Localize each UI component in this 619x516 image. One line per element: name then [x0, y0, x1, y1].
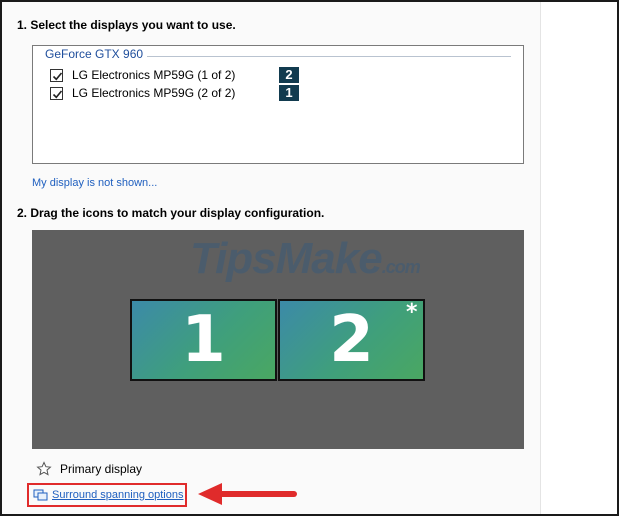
gpu-display-group: GeForce GTX 960 LG Electronics MP59G (1 …	[32, 45, 524, 164]
display-1-badge: 2	[279, 67, 299, 83]
step1-title: 1. Select the displays you want to use.	[17, 18, 236, 32]
primary-display-legend: Primary display	[36, 461, 142, 477]
right-blank-panel	[540, 2, 617, 514]
display-row-1[interactable]: LG Electronics MP59G (1 of 2)	[50, 67, 235, 83]
tipsmake-watermark: TipsMake.com	[190, 234, 421, 283]
surround-spanning-icon	[33, 489, 48, 501]
display-2-badge: 1	[279, 85, 299, 101]
checkmark-icon	[52, 71, 63, 80]
gpu-name: GeForce GTX 960	[45, 47, 148, 61]
display-not-shown-link[interactable]: My display is not shown...	[32, 177, 157, 189]
display-1-checkbox[interactable]	[50, 68, 63, 82]
monitor-1-icon[interactable]: 1	[130, 299, 277, 381]
red-arrow-annotation	[198, 483, 297, 505]
surround-spanning-row[interactable]: Surround spanning options	[33, 488, 183, 502]
display-2-label: LG Electronics MP59G (2 of 2)	[72, 86, 236, 100]
primary-display-star-icon	[36, 461, 52, 476]
primary-display-marker: *	[406, 300, 418, 325]
surround-spanning-link[interactable]: Surround spanning options	[52, 489, 183, 501]
display-1-label: LG Electronics MP59G (1 of 2)	[72, 68, 236, 82]
display-row-2[interactable]: LG Electronics MP59G (2 of 2)	[50, 85, 235, 101]
checkmark-icon	[52, 89, 63, 98]
step2-title: 2. Drag the icons to match your display …	[17, 206, 325, 220]
display-2-checkbox[interactable]	[50, 86, 63, 100]
monitor-2-icon[interactable]: 2	[278, 299, 425, 381]
primary-display-label: Primary display	[60, 462, 143, 476]
